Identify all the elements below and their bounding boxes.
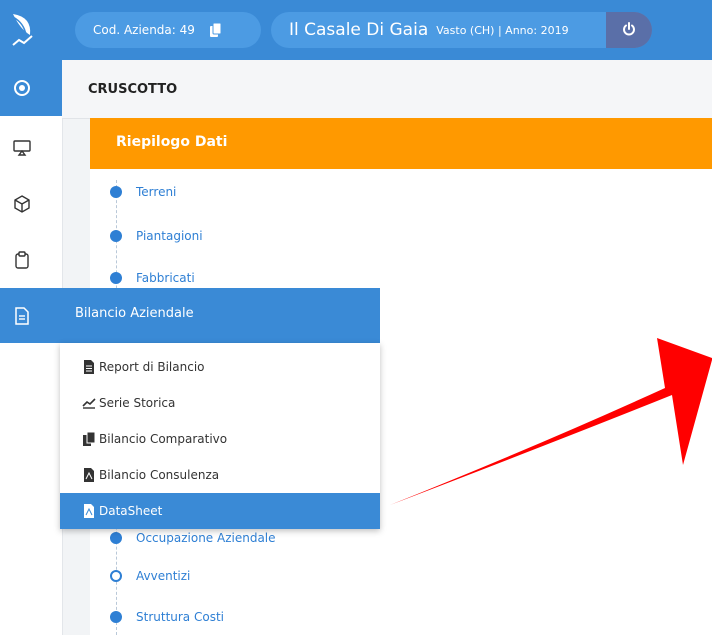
sidebar-item-dashboard[interactable] — [0, 60, 62, 116]
company-code-label: Cod. Azienda: 49 — [93, 23, 195, 37]
flyout-title: Bilancio Aziendale — [75, 306, 194, 321]
menu-item-serie-storica[interactable]: Serie Storica — [60, 385, 380, 421]
pdf-file-icon — [82, 468, 96, 482]
logout-button[interactable] — [606, 12, 652, 48]
pdf-file-icon — [82, 504, 96, 518]
timeline-label: Fabbricati — [136, 271, 195, 285]
bilancio-submenu: Report di Bilancio Serie Storica Bilanci… — [60, 343, 380, 529]
copy-icon[interactable] — [209, 22, 222, 38]
company-code-pill: Cod. Azienda: 49 — [75, 12, 261, 48]
timeline-item[interactable]: Avventizi — [110, 566, 190, 586]
sidebar-item-monitor[interactable] — [0, 120, 62, 176]
files-icon — [82, 432, 96, 446]
timeline-label: Struttura Costi — [136, 610, 224, 624]
top-header: Cod. Azienda: 49 Il Casale Di Gaia Vasto… — [0, 0, 712, 60]
company-info-pill: Il Casale Di Gaia Vasto (CH) | Anno: 201… — [271, 12, 652, 48]
timeline-dot — [110, 230, 122, 242]
menu-item-bilancio-comparativo[interactable]: Bilancio Comparativo — [60, 421, 380, 457]
timeline-label: Terreni — [136, 185, 177, 199]
sidebar-item-clipboard[interactable] — [0, 232, 62, 288]
menu-item-label: Serie Storica — [99, 396, 176, 410]
timeline-label: Avventizi — [136, 569, 191, 583]
document-icon — [12, 306, 32, 326]
timeline-label: Piantagioni — [136, 229, 203, 243]
power-icon — [622, 21, 636, 40]
timeline-dot — [110, 611, 122, 623]
timeline-dot-hollow — [110, 570, 122, 582]
menu-item-report-di-bilancio[interactable]: Report di Bilancio — [60, 349, 380, 385]
clipboard-icon — [12, 250, 32, 270]
timeline-item[interactable]: Fabbricati — [110, 268, 195, 288]
menu-item-label: Bilancio Comparativo — [99, 432, 228, 446]
monitor-icon — [12, 138, 32, 158]
summary-card-title: Riepilogo Dati — [116, 134, 228, 150]
report-icon — [82, 360, 96, 374]
timeline-dot — [110, 186, 122, 198]
sidebar-item-products[interactable] — [0, 176, 62, 232]
timeline-dot — [110, 272, 122, 284]
menu-item-label: DataSheet — [99, 504, 163, 518]
sidebar-item-bilancio-aziendale[interactable]: Bilancio Aziendale — [0, 288, 380, 343]
menu-item-label: Bilancio Consulenza — [99, 468, 220, 482]
menu-item-bilancio-consulenza[interactable]: Bilancio Consulenza — [60, 457, 380, 493]
timeline-label: Occupazione Aziendale — [136, 531, 276, 545]
box-icon — [12, 194, 32, 214]
timeline-item[interactable]: Occupazione Aziendale — [110, 528, 276, 548]
menu-item-label: Report di Bilancio — [99, 360, 205, 374]
timeline-item[interactable]: Terreni — [110, 182, 176, 202]
sidebar — [0, 60, 63, 635]
summary-card-header: Riepilogo Dati — [90, 118, 712, 169]
company-location-year: Vasto (CH) | Anno: 2019 — [436, 23, 569, 37]
dashboard-icon — [12, 78, 32, 98]
menu-item-datasheet[interactable]: DataSheet — [60, 493, 380, 529]
page-title: CRUSCOTTO — [88, 82, 178, 97]
timeline-item[interactable]: Struttura Costi — [110, 607, 224, 627]
timeline-item[interactable]: Piantagioni — [110, 226, 203, 246]
chart-line-icon — [82, 396, 96, 410]
page-title-bar: CRUSCOTTO — [62, 60, 712, 119]
timeline-dot — [110, 532, 122, 544]
leaf-logo-icon[interactable] — [0, 0, 46, 60]
company-name: Il Casale Di Gaia — [289, 20, 429, 40]
